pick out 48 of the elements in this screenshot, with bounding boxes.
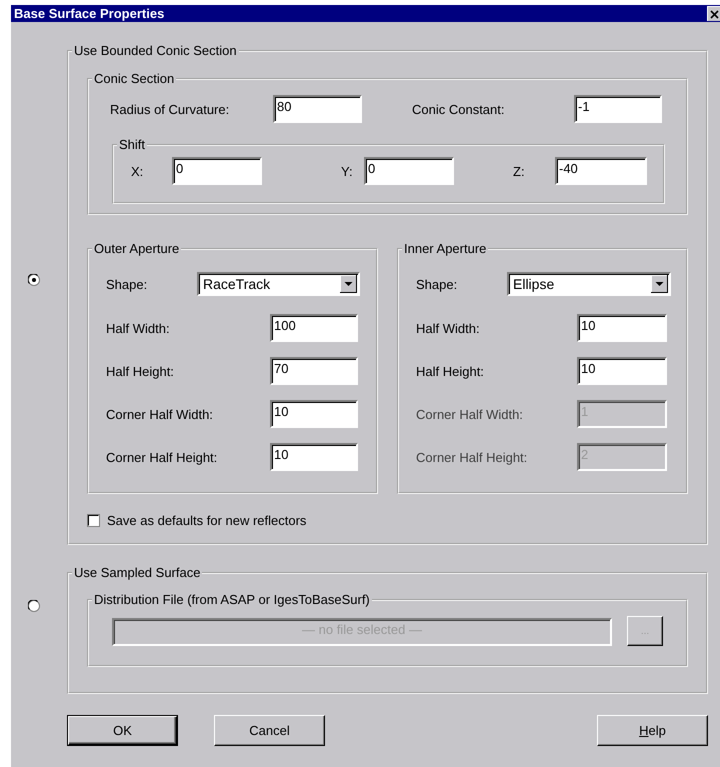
radio-button[interactable]: [28, 600, 40, 612]
field-label: Corner Half Width:: [106, 406, 214, 422]
checkbox[interactable]: [87, 514, 100, 527]
text-field[interactable]: 0: [364, 157, 454, 185]
group-title: Shift: [118, 137, 146, 152]
field-label: Half Width:: [416, 320, 481, 336]
field-label: Y:: [341, 164, 354, 178]
group-title: Use Bounded Conic Section: [73, 43, 238, 58]
text-field[interactable]: 10: [577, 314, 667, 342]
field-label: X:: [131, 164, 144, 178]
group-title: Inner Aperture: [403, 241, 488, 256]
close-icon[interactable]: [707, 6, 720, 21]
dialog-button[interactable]: OK: [68, 716, 177, 745]
text-field[interactable]: 0: [172, 157, 262, 185]
field-label: Z:: [513, 164, 526, 178]
group-title: Use Sampled Surface: [73, 565, 202, 580]
text-field[interactable]: 10: [270, 400, 358, 428]
dropdown-value: Ellipse: [513, 276, 554, 292]
field-label: Shape:: [416, 276, 458, 292]
text-field[interactable]: -1: [574, 95, 662, 123]
checkbox-label: Save as defaults for new reflectors: [107, 513, 306, 528]
text-field[interactable]: -40: [555, 157, 647, 185]
field-label: Corner Half Height:: [416, 450, 528, 464]
field-label: Shape:: [106, 276, 148, 292]
shape-dropdown[interactable]: Ellipse: [507, 272, 671, 296]
text-field[interactable]: 100: [270, 314, 358, 342]
dialog-button[interactable]: Cancel: [214, 715, 325, 746]
text-field[interactable]: 10: [577, 357, 667, 385]
field-label: Half Height:: [106, 364, 175, 378]
group-title: Outer Aperture: [93, 241, 180, 256]
window-title: Base Surface Properties: [14, 6, 164, 21]
field-label: Radius of Curvature:: [110, 102, 230, 116]
text-field[interactable]: 10: [270, 443, 358, 471]
radio-button[interactable]: [28, 274, 40, 286]
group-title: Conic Section: [93, 71, 176, 86]
text-field[interactable]: 70: [270, 357, 358, 385]
text-field[interactable]: 80: [273, 95, 362, 123]
shape-dropdown[interactable]: RaceTrack: [197, 272, 360, 296]
field-label: Conic Constant:: [412, 102, 506, 116]
field-label: Corner Half Width:: [416, 406, 524, 422]
dropdown-arrow-icon[interactable]: [651, 275, 668, 293]
field-label: Corner Half Height:: [106, 450, 218, 464]
field-label: Half Height:: [416, 364, 485, 378]
dialog-button[interactable]: Help: [597, 715, 708, 746]
dropdown-arrow-icon[interactable]: [340, 275, 357, 293]
field-label: Half Width:: [106, 320, 171, 336]
group-title: Distribution File (from ASAP or IgesToBaseSurf): [93, 592, 371, 607]
dropdown-value: RaceTrack: [203, 276, 270, 292]
